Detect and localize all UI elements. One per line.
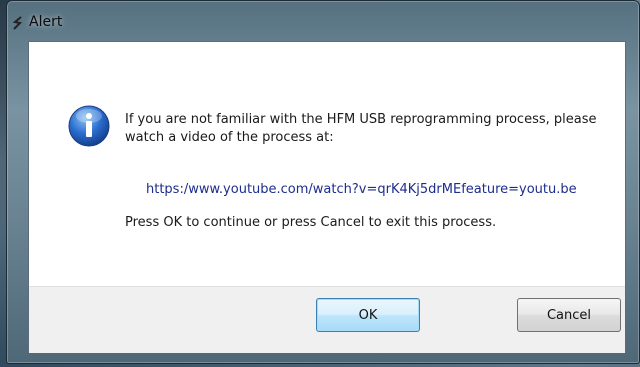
message-area: If you are not familiar with the HFM USB…	[29, 42, 625, 286]
prompt-text: Press OK to continue or press Cancel to …	[125, 215, 497, 230]
app-icon	[12, 16, 23, 30]
window-title: Alert	[29, 14, 63, 30]
alert-message: If you are not familiar with the HFM USB…	[125, 112, 597, 145]
info-icon	[68, 105, 110, 147]
ok-button[interactable]: OK	[316, 298, 420, 332]
video-link[interactable]: https:/www.youtube.com/watch?v=qrK4Kj5dr…	[146, 182, 577, 197]
title-bar[interactable]: Alert	[7, 1, 639, 41]
cancel-button[interactable]: Cancel	[517, 298, 621, 332]
dialog-client-area: If you are not familiar with the HFM USB…	[28, 41, 626, 353]
